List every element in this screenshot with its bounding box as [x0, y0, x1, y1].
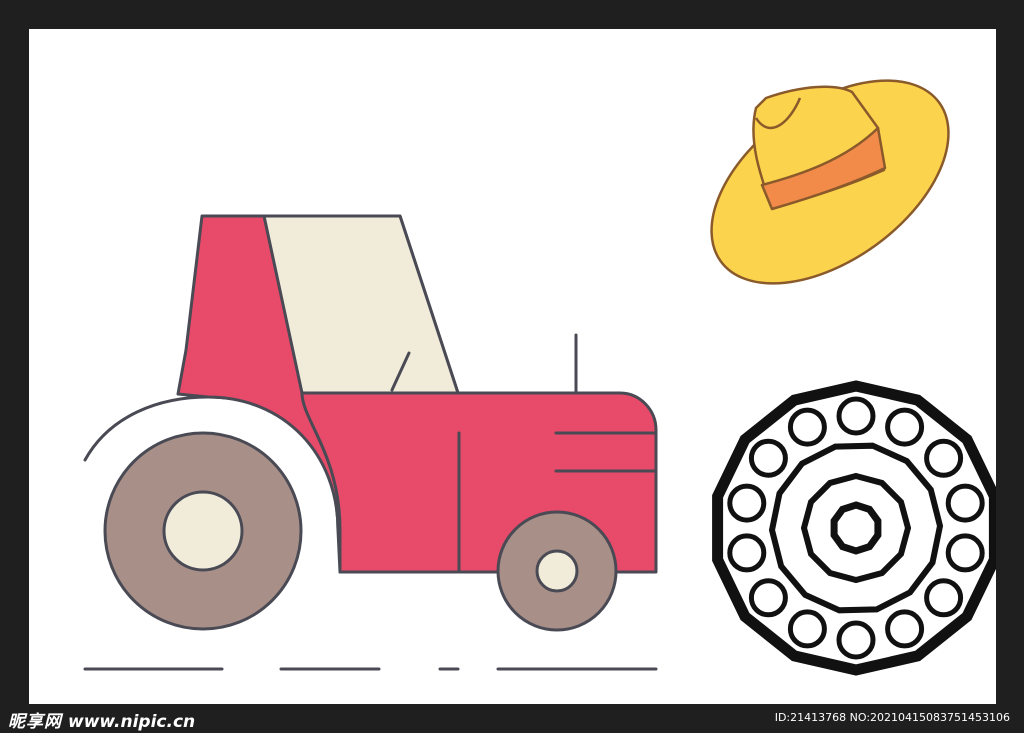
illustration-svg	[83, 79, 996, 676]
image-id-label: ID:21413768 NO:20210415083751453106	[774, 711, 1010, 724]
tractor-wheel-icon	[712, 380, 996, 676]
rear-hub	[162, 490, 244, 572]
footer-bar: 昵享网 www.nipic.cn ID:21413768 NO:202104150…	[0, 704, 1024, 733]
illustration-canvas	[29, 29, 996, 704]
wheel-outer-rim	[712, 380, 996, 676]
front-hub	[535, 549, 579, 593]
site-watermark: 昵享网 www.nipic.cn	[8, 707, 195, 732]
watermark-url: www.nipic.cn	[68, 712, 196, 732]
tractor-icon	[83, 214, 658, 671]
straw-hat-icon	[710, 79, 950, 285]
watermark-brand: 昵享网	[8, 712, 62, 732]
